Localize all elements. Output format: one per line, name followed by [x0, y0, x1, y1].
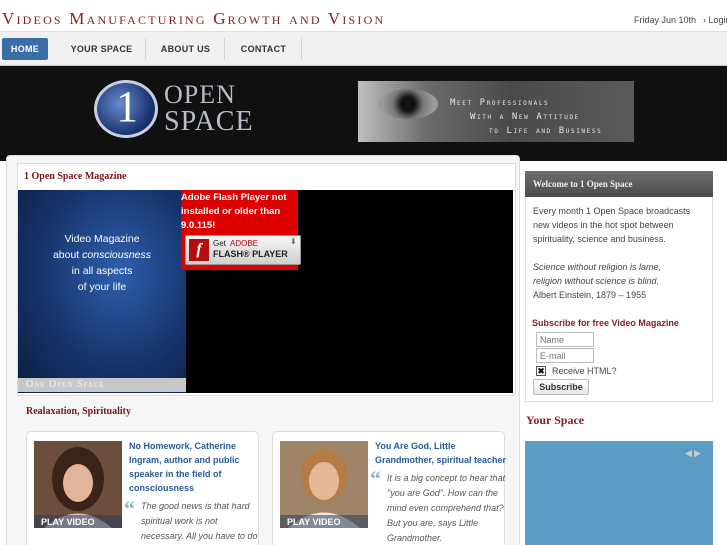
video-title-line[interactable]: You Are God, Little [375, 441, 456, 451]
intro-text-line: new videos in the hot spot between [533, 220, 674, 230]
flash-warning: Adobe Flash Player not installed or olde… [181, 190, 301, 270]
video-title-line[interactable]: No Homework, Catherine [129, 441, 236, 451]
banner-tagline-3: to Life and Business [489, 126, 603, 136]
arrow-left-icon[interactable]: ◀ [685, 448, 692, 459]
video-quote-line: Grandmother. [387, 533, 443, 543]
video-title-line[interactable]: Ingram, author and public [129, 455, 240, 465]
logo-word-space: SPACE [164, 106, 254, 137]
video-quote-line: It is a big concept to hear that [387, 473, 506, 483]
banner-tagline-2: With a New Attitude [470, 112, 580, 122]
category-heading: Realaxation, Spirituality [26, 406, 132, 417]
video-player[interactable]: Video Magazine about consciousness in al… [18, 190, 513, 393]
flash-icon: f [189, 239, 209, 261]
flash-warning-line: installed or older than [181, 206, 281, 217]
your-space-heading: Your Space [526, 413, 585, 427]
download-arrow-icon: ⬇ [290, 237, 297, 246]
video-quote-line: But you are, says Little [387, 518, 479, 528]
quote-author: Albert Einstein, 1879 – 1955 [533, 290, 647, 300]
subscribe-button[interactable]: Subscribe [533, 379, 589, 395]
email-field[interactable] [536, 348, 594, 363]
flash-warning-line: Adobe Flash Player not [181, 192, 287, 203]
site-logo[interactable]: 1 OPEN SPACE [94, 78, 274, 138]
flash-get-label: Get [213, 239, 226, 248]
video-quote-line: mind even comprehend that? [387, 503, 504, 513]
arrow-right-icon[interactable]: ▶ [694, 448, 701, 459]
video-title-line[interactable]: Grandmother, spiritual teacher [375, 455, 506, 465]
site-title: Videos Manufacturing Growth and Vision [2, 9, 386, 28]
quote-icon: “ [124, 496, 135, 521]
magazine-heading: 1 Open Space Magazine [24, 171, 127, 182]
play-video-label[interactable]: PLAY VIDEO [34, 515, 122, 528]
get-flash-player-button[interactable]: f Get ADOBE FLASH® PLAYER ⬇ [185, 235, 301, 265]
video-panel-footer: One Open Space [18, 378, 186, 392]
receive-html-label: Receive HTML? [552, 366, 617, 376]
intro-text-line: Every month 1 Open Space broadcasts [533, 206, 691, 216]
video-quote-line: "you are God". How can the [387, 488, 498, 498]
video-title-line[interactable]: speaker in the field of [129, 469, 222, 479]
eye-image [378, 89, 438, 119]
name-field[interactable] [536, 332, 594, 347]
video-thumbnail[interactable]: PLAY VIDEO [34, 441, 122, 528]
logo-numeral: 1 [116, 82, 138, 131]
video-intro-line: Video Magazine [64, 233, 140, 245]
flash-adobe-label: ADOBE [230, 239, 259, 248]
banner: 1 OPEN SPACE Meet Professionals With a N… [0, 66, 727, 161]
nav-item-about-us[interactable]: ABOUT US [147, 38, 225, 60]
video-thumbnail[interactable]: PLAY VIDEO [280, 441, 368, 528]
einstein-quote-line: religion without science is blind. [533, 276, 660, 286]
main-nav: HOME YOUR SPACE ABOUT US CONTACT [0, 31, 727, 66]
video-card: PLAY VIDEO You Are God, Little Grandmoth… [272, 431, 506, 545]
quote-icon: “ [370, 466, 381, 491]
nav-item-your-space[interactable]: YOUR SPACE [58, 38, 146, 60]
play-video-label[interactable]: PLAY VIDEO [280, 515, 368, 528]
receive-html-checkbox[interactable]: ✖ [536, 366, 546, 376]
nav-item-home[interactable]: HOME [2, 38, 48, 60]
video-panel-footer-text: One Open Space [26, 379, 105, 390]
video-intro-line: of your life [77, 281, 127, 293]
einstein-quote-line: Science without religion is lame, [533, 262, 662, 272]
top-bar: Videos Manufacturing Growth and Vision F… [0, 0, 727, 31]
video-card: PLAY VIDEO No Homework, Catherine Ingram… [26, 431, 259, 545]
welcome-title: Welcome to 1 Open Space [533, 179, 633, 189]
video-quote-line: necessary. All you have to do [141, 531, 258, 541]
intro-text-line: spirituality, science and business. [533, 234, 666, 244]
video-quote-line: spiritual work is not [141, 516, 218, 526]
login-link[interactable]: › Login [703, 15, 727, 25]
subscribe-heading: Subscribe for free Video Magazine [532, 318, 679, 328]
video-intro-line: in all aspects [71, 265, 133, 277]
video-title-line[interactable]: consciousness [129, 483, 194, 493]
current-date: Friday Jun 10th [634, 15, 697, 25]
flash-player-label: FLASH® PLAYER [213, 249, 288, 259]
video-intro-panel: Video Magazine about consciousness in al… [18, 190, 186, 393]
video-intro-line: about consciousness [52, 249, 152, 261]
video-quote-line: The good news is that hard [141, 501, 250, 511]
banner-tagline-1: Meet Professionals [450, 98, 550, 108]
flash-warning-line: 9.0.115! [181, 220, 216, 231]
banner-image: Meet Professionals With a New Attitude t… [358, 81, 634, 142]
nav-item-contact[interactable]: CONTACT [226, 38, 302, 60]
